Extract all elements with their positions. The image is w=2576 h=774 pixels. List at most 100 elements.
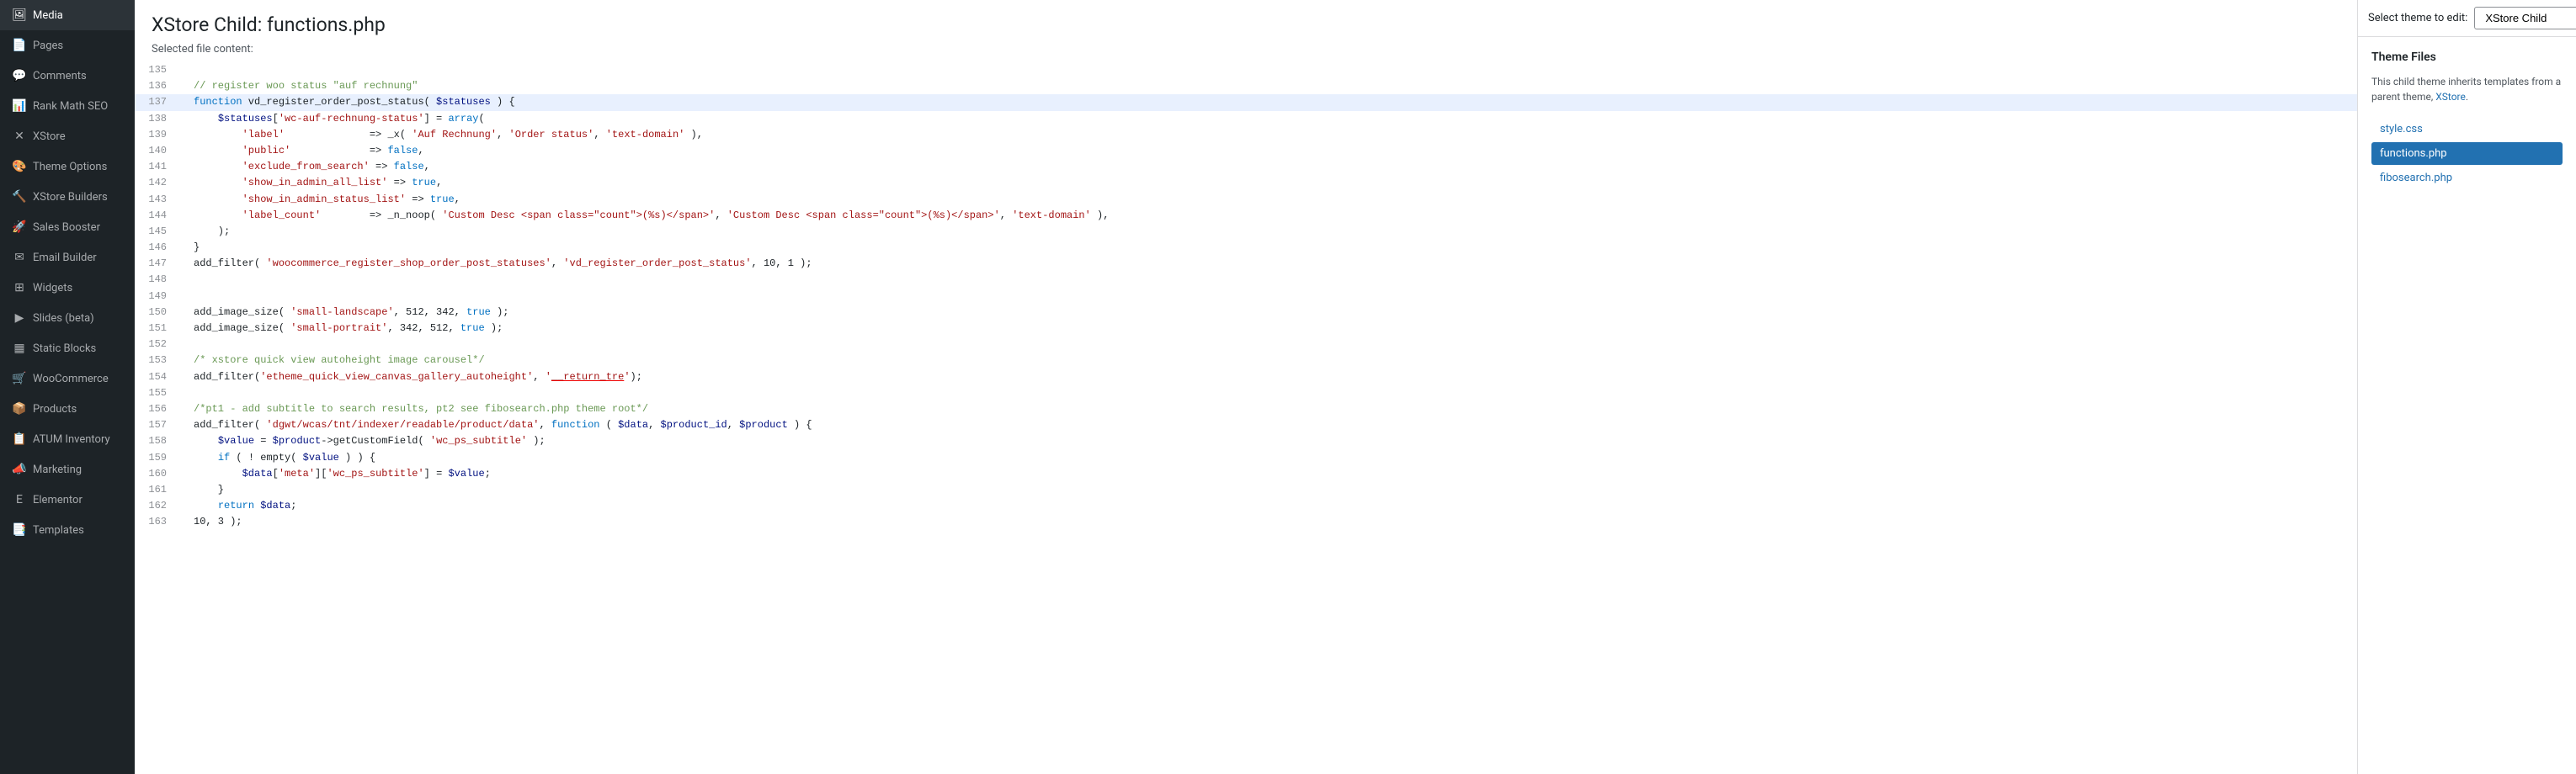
sidebar-item-pages[interactable]: 📄 Pages <box>0 30 135 61</box>
code-line: 16310, 3 ); <box>135 514 2357 530</box>
line-content: ); <box>177 224 2357 240</box>
code-line: 161 } <box>135 482 2357 498</box>
code-line: 142 'show_in_admin_all_list' => true, <box>135 175 2357 191</box>
line-content <box>177 62 2357 78</box>
sidebar-label-templates: Templates <box>33 524 84 537</box>
sidebar-label-woocommerce: WooCommerce <box>33 373 109 385</box>
sidebar-item-static-blocks[interactable]: ▦ Static Blocks <box>0 333 135 363</box>
sidebar-label-email-builder: Email Builder <box>33 252 97 264</box>
code-line: 136// register woo status "auf rechnung" <box>135 78 2357 94</box>
sidebar-label-slides: Slides (beta) <box>33 312 94 325</box>
line-number: 150 <box>135 305 177 321</box>
line-number: 159 <box>135 450 177 466</box>
theme-files-panel: Theme Files This child theme inherits te… <box>2358 37 2576 774</box>
code-line: 137function vd_register_order_post_statu… <box>135 94 2357 110</box>
sidebar-item-sales-booster[interactable]: 🚀 Sales Booster <box>0 212 135 242</box>
file-item-functions-php[interactable]: functions.php <box>2371 142 2563 165</box>
code-line: 148 <box>135 272 2357 288</box>
code-line: 160 $data['meta']['wc_ps_subtitle'] = $v… <box>135 466 2357 482</box>
line-number: 136 <box>135 78 177 94</box>
widgets-icon: ⊞ <box>13 281 26 294</box>
page-title: XStore Child: functions.php <box>152 13 2340 36</box>
line-number: 147 <box>135 256 177 272</box>
line-content: 'public' => false, <box>177 143 2357 159</box>
sidebar-label-theme-options: Theme Options <box>33 161 107 173</box>
static-blocks-icon: ▦ <box>13 342 26 355</box>
line-content: } <box>177 240 2357 256</box>
sidebar-item-xstore[interactable]: ✕ XStore <box>0 121 135 151</box>
theme-selector-label: Select theme to edit: <box>2368 12 2467 24</box>
code-line: 146} <box>135 240 2357 256</box>
sidebar-label-rank-math: Rank Math SEO <box>33 100 108 113</box>
sidebar-item-slides[interactable]: ▶ Slides (beta) <box>0 303 135 333</box>
content-area: XStore Child: functions.php Selected fil… <box>135 0 2576 774</box>
rank-math-icon: 📊 <box>13 99 26 113</box>
code-line: 158 $value = $product->getCustomField( '… <box>135 433 2357 449</box>
editor-wrapper: XStore Child: functions.php Selected fil… <box>135 0 2357 774</box>
line-number: 146 <box>135 240 177 256</box>
line-number: 138 <box>135 111 177 127</box>
sidebar-item-media[interactable]: 🖼 Media <box>0 0 135 30</box>
line-content: function vd_register_order_post_status( … <box>177 94 2357 110</box>
sidebar-item-elementor[interactable]: E Elementor <box>0 485 135 515</box>
file-item-fibosearch-php[interactable]: fibosearch.php <box>2371 167 2563 189</box>
line-content: add_image_size( 'small-landscape', 512, … <box>177 305 2357 321</box>
code-line: 145 ); <box>135 224 2357 240</box>
sidebar-item-marketing[interactable]: 📣 Marketing <box>0 454 135 485</box>
line-content: add_filter( 'woocommerce_register_shop_o… <box>177 256 2357 272</box>
sidebar-label-sales-booster: Sales Booster <box>33 221 100 234</box>
pages-icon: 📄 <box>13 39 26 52</box>
code-line: 140 'public' => false, <box>135 143 2357 159</box>
line-number: 157 <box>135 417 177 433</box>
line-number: 163 <box>135 514 177 530</box>
line-content: add_image_size( 'small-portrait', 342, 5… <box>177 321 2357 337</box>
code-line: 153/* xstore quick view autoheight image… <box>135 353 2357 368</box>
xstore-builders-icon: 🔨 <box>13 190 26 204</box>
line-content: 'exclude_from_search' => false, <box>177 159 2357 175</box>
theme-description: This child theme inherits templates from… <box>2371 74 2563 104</box>
parent-theme-link[interactable]: XStore <box>2435 91 2466 103</box>
line-number: 155 <box>135 385 177 401</box>
sidebar-item-comments[interactable]: 💬 Comments <box>0 61 135 91</box>
file-item-style-css[interactable]: style.css <box>2371 118 2563 140</box>
code-line: 150add_image_size( 'small-landscape', 51… <box>135 305 2357 321</box>
line-content: 'show_in_admin_all_list' => true, <box>177 175 2357 191</box>
templates-icon: 📑 <box>13 523 26 537</box>
editor-header: XStore Child: functions.php Selected fil… <box>135 0 2357 62</box>
line-number: 137 <box>135 94 177 110</box>
sidebar-item-atum-inventory[interactable]: 📋 ATUM Inventory <box>0 424 135 454</box>
code-line: 157add_filter( 'dgwt/wcas/tnt/indexer/re… <box>135 417 2357 433</box>
media-icon: 🖼 <box>13 8 26 22</box>
sidebar-item-xstore-builders[interactable]: 🔨 XStore Builders <box>0 182 135 212</box>
sales-booster-icon: 🚀 <box>13 220 26 234</box>
code-area[interactable]: 135136// register woo status "auf rechnu… <box>135 62 2357 774</box>
sidebar-item-rank-math[interactable]: 📊 Rank Math SEO <box>0 91 135 121</box>
marketing-icon: 📣 <box>13 463 26 476</box>
code-line: 135 <box>135 62 2357 78</box>
code-line: 159 if ( ! empty( $value ) ) { <box>135 450 2357 466</box>
code-line: 141 'exclude_from_search' => false, <box>135 159 2357 175</box>
line-content: if ( ! empty( $value ) ) { <box>177 450 2357 466</box>
theme-selector-bar: Select theme to edit: XStore ChildXStore… <box>2358 0 2576 37</box>
sidebar-label-products: Products <box>33 403 77 416</box>
sidebar-item-products[interactable]: 📦 Products <box>0 394 135 424</box>
theme-select-dropdown[interactable]: XStore ChildXStoreTwenty Twenty-Three <box>2474 7 2576 29</box>
right-panel: Select theme to edit: XStore ChildXStore… <box>2357 0 2576 774</box>
sidebar-item-theme-options[interactable]: 🎨 Theme Options <box>0 151 135 182</box>
line-number: 153 <box>135 353 177 368</box>
sidebar-label-static-blocks: Static Blocks <box>33 342 96 355</box>
file-list: style.cssfunctions.phpfibosearch.php <box>2371 118 2563 189</box>
line-number: 151 <box>135 321 177 337</box>
code-line: 143 'show_in_admin_status_list' => true, <box>135 192 2357 208</box>
code-line: 151add_image_size( 'small-portrait', 342… <box>135 321 2357 337</box>
sidebar-item-email-builder[interactable]: ✉ Email Builder <box>0 242 135 273</box>
sidebar-item-templates[interactable]: 📑 Templates <box>0 515 135 545</box>
selected-label: Selected file content: <box>152 43 2340 56</box>
sidebar-label-xstore-builders: XStore Builders <box>33 191 108 204</box>
line-content: 10, 3 ); <box>177 514 2357 530</box>
sidebar-item-widgets[interactable]: ⊞ Widgets <box>0 273 135 303</box>
line-number: 156 <box>135 401 177 417</box>
sidebar-item-woocommerce[interactable]: 🛒 WooCommerce <box>0 363 135 394</box>
code-line: 144 'label_count' => _n_noop( 'Custom De… <box>135 208 2357 224</box>
line-content <box>177 289 2357 305</box>
